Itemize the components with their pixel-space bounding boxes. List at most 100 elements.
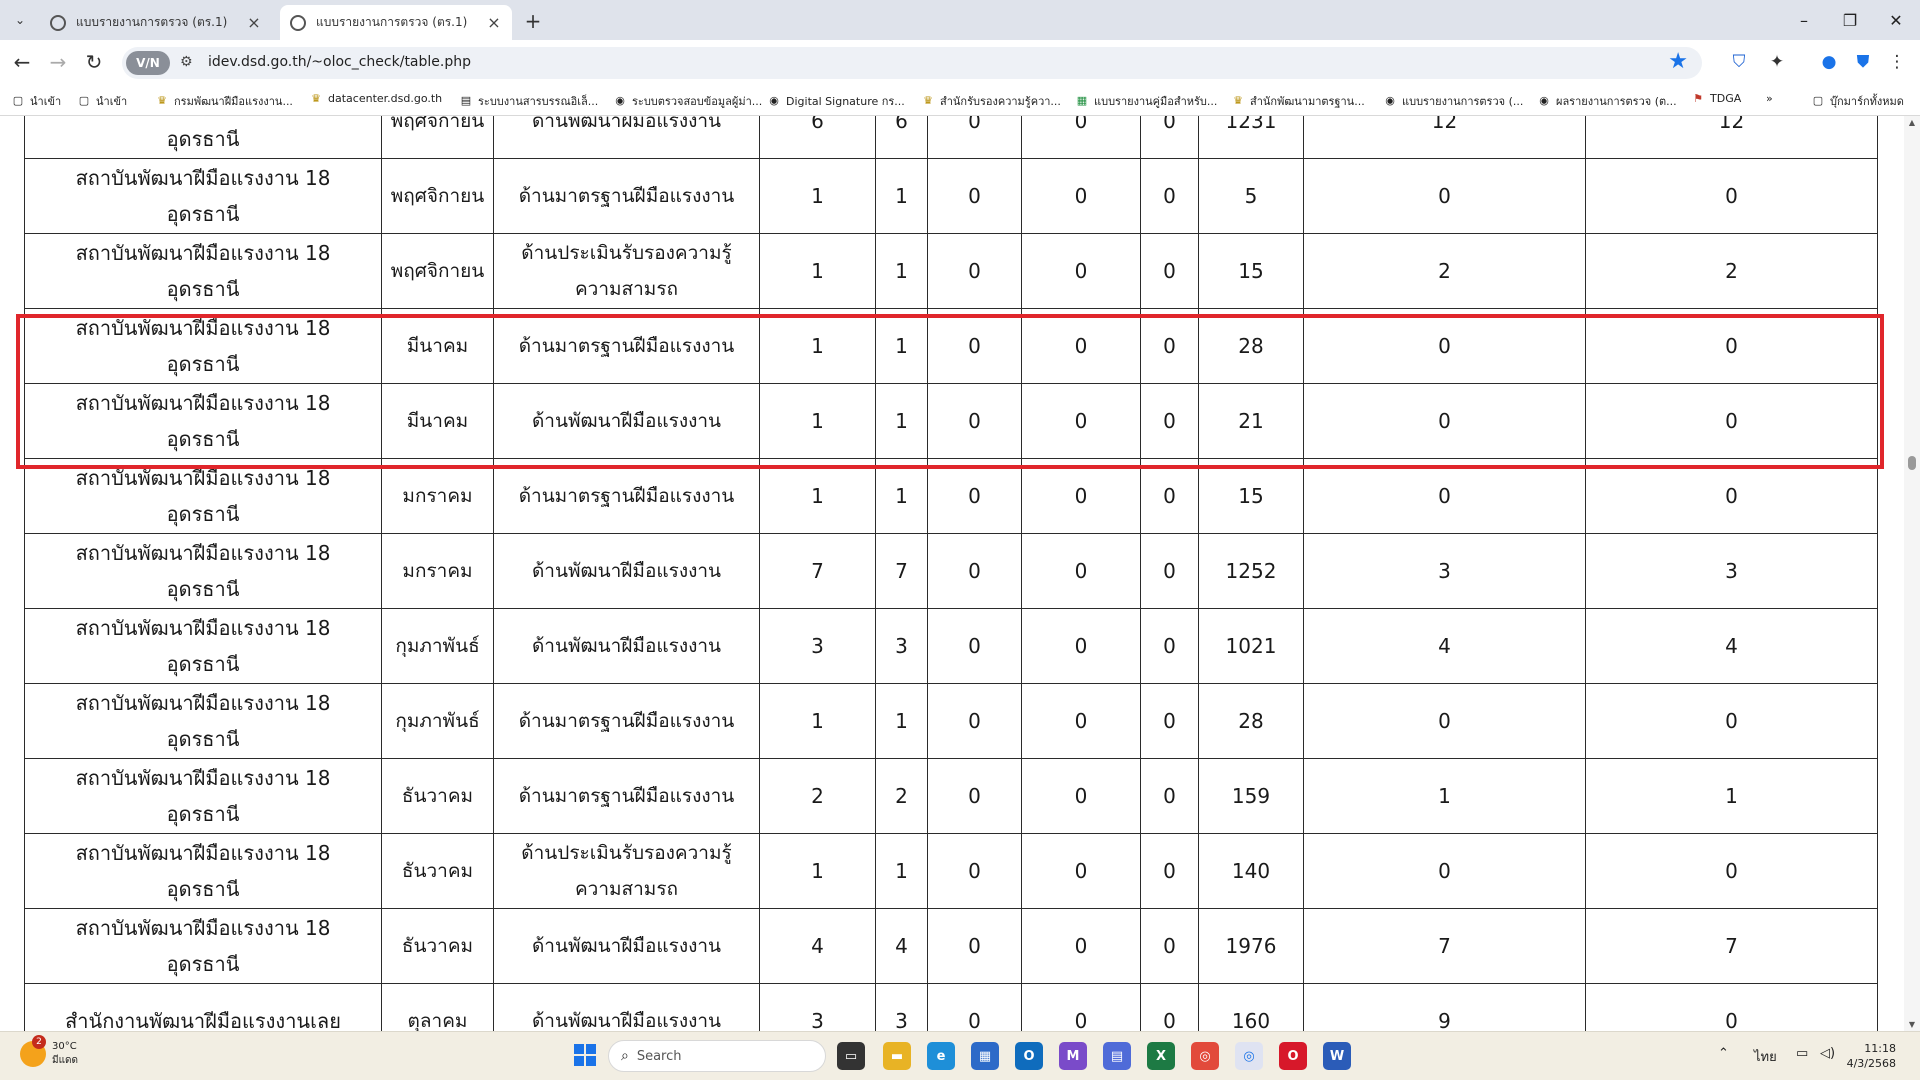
table-row: สถาบันพัฒนาฝีมือแรงงาน 18 อุดรธานี ธันวาคม…: [24, 758, 1878, 834]
word-icon[interactable]: W: [1323, 1042, 1351, 1070]
value-cell-c3: 0: [927, 116, 1022, 159]
tab-search-chevron-icon[interactable]: ⌄: [8, 8, 32, 32]
chrome-active-icon[interactable]: ◎: [1235, 1042, 1263, 1070]
bookmark-star-icon[interactable]: ★: [1668, 49, 1688, 74]
agency-name-line1: สถาบันพัฒนาฝีมือแรงงาน 18: [75, 691, 331, 715]
windows-start-icon[interactable]: [574, 1044, 596, 1066]
taskbar-search[interactable]: ⌕ Search: [608, 1040, 826, 1072]
task-view-icon[interactable]: ▭: [837, 1042, 865, 1070]
bookmark-item[interactable]: ▦ แบบรายงานคู่มือสำหรับ...: [1076, 92, 1218, 110]
bookmark-item[interactable]: ◉ ระบบตรวจสอบข้อมูลผู้ม่า...: [614, 92, 762, 110]
opera-icon[interactable]: O: [1279, 1042, 1307, 1070]
file-explorer-icon[interactable]: ▬: [883, 1042, 911, 1070]
all-bookmarks-folder[interactable]: ▢ บุ๊กมาร์กทั้งหมด: [1812, 92, 1904, 110]
input-language[interactable]: ไทย: [1754, 1046, 1777, 1067]
browser-tab-active[interactable]: แบบรายงานการตรวจ (ตร.1) ×: [280, 5, 512, 40]
close-tab-icon[interactable]: ×: [486, 13, 502, 32]
value-cell-c8: 0: [1585, 458, 1878, 534]
agency-name-line1: สถาบันพัฒนาฝีมือแรงงาน 18: [75, 241, 331, 265]
agency-name-line1: สถาบันพัฒนาฝีมือแรงงาน 18: [75, 616, 331, 640]
more-bookmarks-icon[interactable]: »: [1766, 92, 1773, 105]
tray-chevron-up-icon[interactable]: ⌃: [1718, 1046, 1729, 1061]
forward-arrow-icon[interactable]: →: [44, 48, 72, 76]
value-cell-c2: 1: [875, 233, 928, 309]
new-tab-button[interactable]: +: [520, 8, 546, 34]
url-text[interactable]: idev.dsd.go.th/~oloc_check/table.php: [208, 54, 471, 70]
value-cell-c2: 1: [875, 458, 928, 534]
site-info-icon[interactable]: ⚙: [180, 54, 193, 70]
bookmark-item[interactable]: ◉ แบบรายงานการตรวจ (...: [1384, 92, 1523, 110]
bookmark-item[interactable]: ◉ ผลรายงานการตรวจ (ต...: [1538, 92, 1676, 110]
scroll-down-arrow-icon[interactable]: ▼: [1907, 1020, 1917, 1029]
bookmark-item[interactable]: ▤ ระบบงานสารบรรณอิเล็...: [460, 92, 598, 110]
agency-name-line1: สำนักงานพัฒนาฝีมือแรงงานเลย: [65, 1009, 341, 1031]
folder-icon: ▢: [1812, 94, 1824, 107]
department-cell: ด้านมาตรฐานฝีมือแรงงาน: [493, 683, 760, 759]
value-cell-c1: 2: [759, 758, 876, 834]
agency-name-line2: อุดรธานี: [166, 652, 240, 676]
windows-taskbar: 2 30°C มีแดด ⌕ Search ▭ ▬ e ▦ O M ▤ X ◎ …: [0, 1031, 1920, 1080]
bookmark-item[interactable]: ♛ กรมพัฒนาฝีมือแรงงาน...: [156, 92, 293, 110]
calculator-icon[interactable]: ▤: [1103, 1042, 1131, 1070]
agency-name-cell: สถาบันพัฒนาฝีมือแรงงาน 18 อุดรธานี: [24, 533, 382, 609]
value-cell-c3: 0: [927, 233, 1022, 309]
department-cell: ด้านพัฒนาฝีมือแรงงาน: [493, 383, 760, 459]
value-cell-c7: 0: [1303, 383, 1586, 459]
value-cell-c5: 0: [1140, 833, 1199, 909]
back-arrow-icon[interactable]: ←: [8, 48, 36, 76]
outlook-icon[interactable]: O: [1015, 1042, 1043, 1070]
value-cell-c3: 0: [927, 608, 1022, 684]
bookmark-item[interactable]: ♛ สำนักพัฒนามาตรฐาน...: [1232, 92, 1365, 110]
agency-name-cell: สถาบันพัฒนาฝีมือแรงงาน 18 อุดรธานี: [24, 908, 382, 984]
table-row: สถาบันพัฒนาฝีมือแรงงาน 18 อุดรธานี ธันวาคม…: [24, 833, 1878, 909]
agency-name-line1: สถาบันพัฒนาฝีมือแรงงาน 18: [75, 841, 331, 865]
address-bar[interactable]: V/N ⚙ idev.dsd.go.th/~oloc_check/table.p…: [122, 47, 1702, 79]
notification-badge: 2: [32, 1035, 46, 1049]
reload-icon[interactable]: ↻: [80, 48, 108, 76]
agency-name-line1: สถาบันพัฒนาฝีมือแรงงาน 18: [75, 466, 331, 490]
bookmark-item[interactable]: ◉ Digital Signature กร...: [768, 92, 905, 110]
bookmark-item[interactable]: ♛ สำนักรับรองความรู้ควา...: [922, 92, 1061, 110]
vpn-badge[interactable]: V/N: [126, 51, 170, 75]
value-cell-c1: 1: [759, 683, 876, 759]
department-cell: ด้านมาตรฐานฝีมือแรงงาน: [493, 458, 760, 534]
value-cell-c6: 5: [1198, 158, 1304, 234]
department-cell: ด้านพัฒนาฝีมือแรงงาน: [493, 116, 760, 159]
microsoft-store-icon[interactable]: ▦: [971, 1042, 999, 1070]
bookmark-item[interactable]: ▢ นำเข้า: [12, 92, 61, 110]
agency-name-line2: อุดรธานี: [166, 127, 240, 151]
department-cell: ด้านพัฒนาฝีมือแรงงาน: [493, 608, 760, 684]
weather-widget[interactable]: 2 30°C มีแดด: [20, 1035, 78, 1068]
chrome-icon[interactable]: ◎: [1191, 1042, 1219, 1070]
agency-name-cell: สถาบันพัฒนาฝีมือแรงงาน 18 อุดรธานี: [24, 158, 382, 234]
edge-browser-icon[interactable]: e: [927, 1042, 955, 1070]
security-shield-icon[interactable]: ⛊: [1852, 51, 1874, 73]
profile-avatar-icon[interactable]: ●: [1818, 51, 1840, 73]
browser-tab[interactable]: แบบรายงานการตรวจ (ตร.1) ×: [40, 5, 272, 40]
agency-name-cell: สถาบันพัฒนาฝีมือแรงงาน 18 อุดรธานี: [24, 683, 382, 759]
bookmark-item[interactable]: ▢ นำเข้า: [78, 92, 127, 110]
bookmark-item[interactable]: ♛ datacenter.dsd.go.th: [310, 92, 442, 105]
m365-icon[interactable]: M: [1059, 1042, 1087, 1070]
value-cell-c2: 4: [875, 908, 928, 984]
bookmark-item[interactable]: ⚑ TDGA: [1692, 92, 1741, 105]
shield-extension-icon[interactable]: ⛉: [1728, 51, 1750, 73]
close-tab-icon[interactable]: ×: [246, 13, 262, 32]
system-clock[interactable]: 11:18 4/3/2568: [1847, 1041, 1896, 1071]
scroll-up-arrow-icon[interactable]: ▲: [1907, 118, 1917, 127]
table-row: สถาบันพัฒนาฝีมือแรงงาน 18 อุดรธานี มีนาคมด…: [24, 308, 1878, 384]
volume-icon[interactable]: ◁): [1820, 1046, 1835, 1061]
scrollbar-thumb[interactable]: [1908, 456, 1916, 470]
network-icon[interactable]: ▭: [1796, 1046, 1808, 1061]
month-cell: ธันวาคม: [381, 833, 494, 909]
extensions-puzzle-icon[interactable]: ✦: [1766, 51, 1788, 73]
value-cell-c2: 3: [875, 608, 928, 684]
close-window-icon[interactable]: ✕: [1876, 6, 1916, 34]
excel-icon[interactable]: X: [1147, 1042, 1175, 1070]
value-cell-c6: 160: [1198, 983, 1304, 1031]
vertical-scrollbar[interactable]: ▲ ▼: [1904, 116, 1920, 1031]
minimize-icon[interactable]: –: [1784, 6, 1824, 34]
month-cell: มีนาคม: [381, 383, 494, 459]
more-menu-icon[interactable]: ⋮: [1886, 51, 1908, 73]
restore-icon[interactable]: ❐: [1830, 6, 1870, 34]
